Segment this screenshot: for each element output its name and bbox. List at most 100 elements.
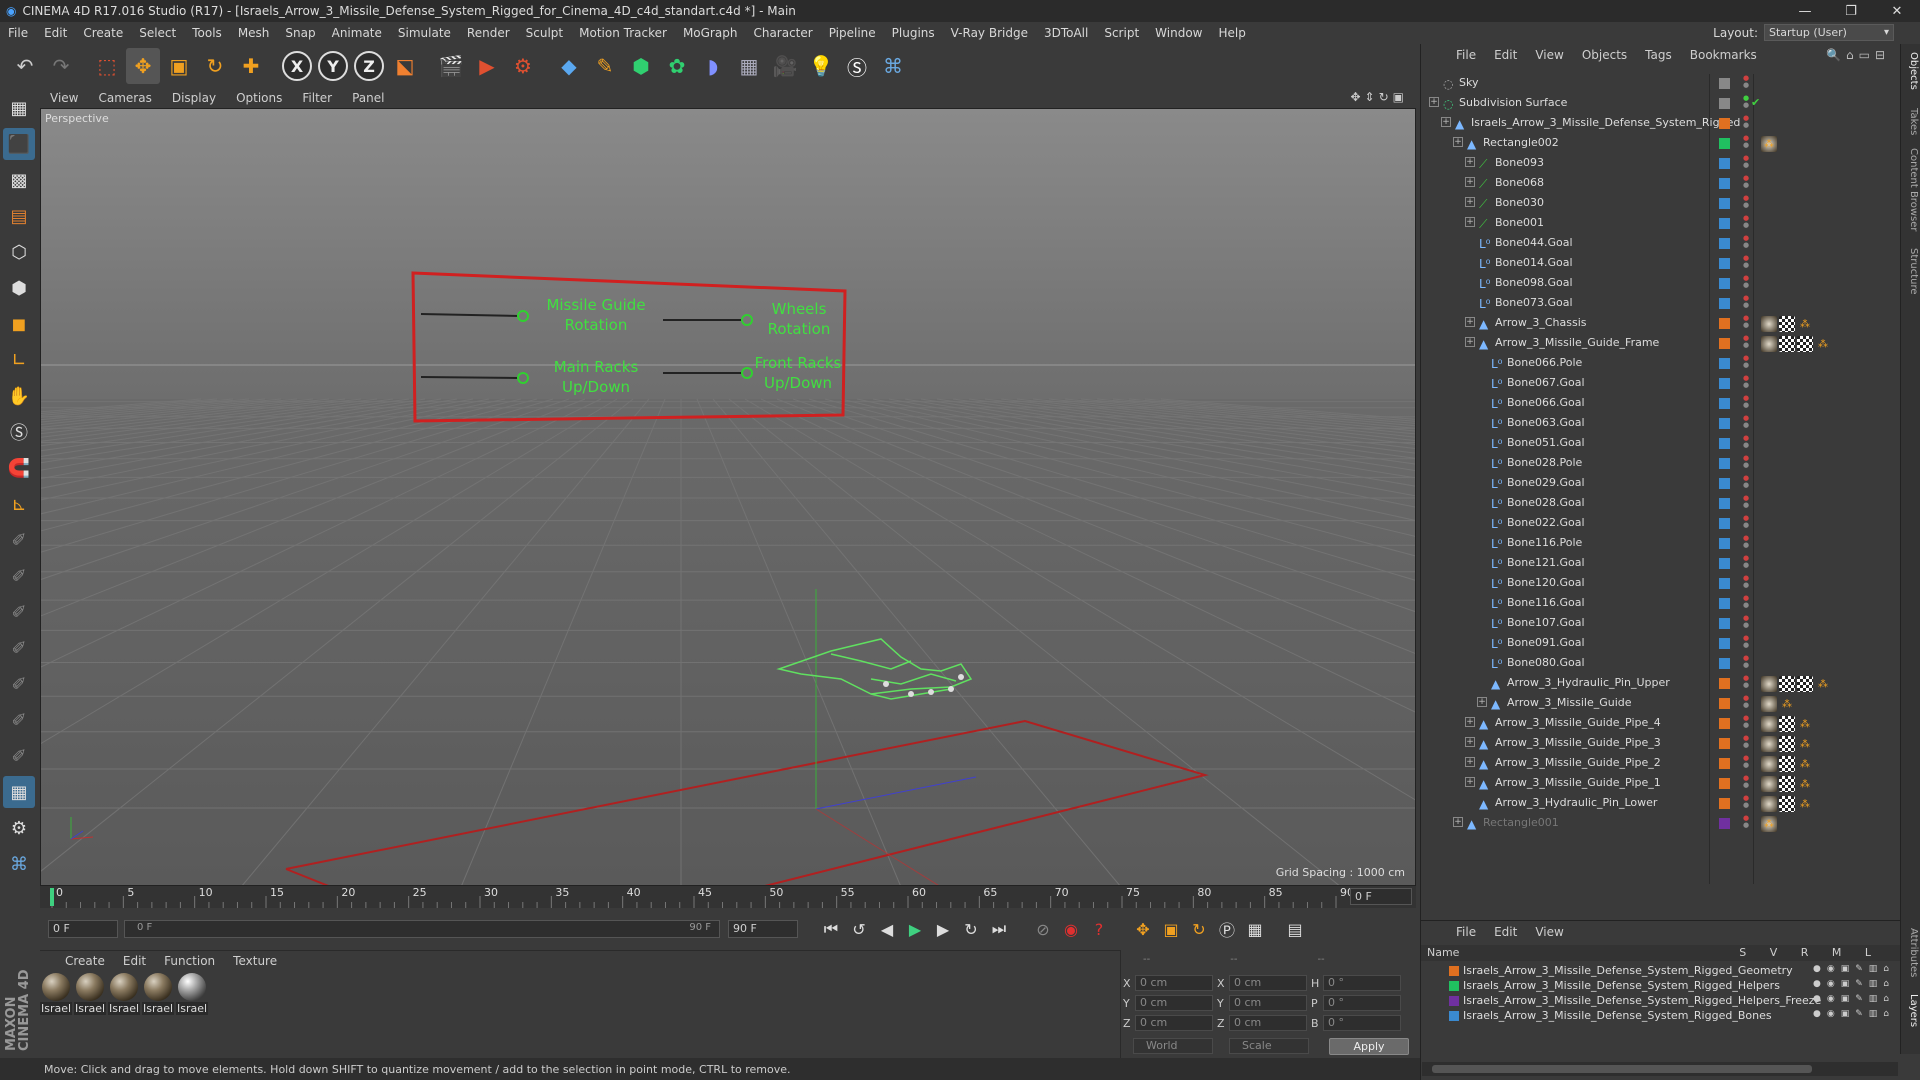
menu-file[interactable]: File bbox=[0, 26, 36, 40]
object-row[interactable]: L⁰ Bone066.Pole ● ● bbox=[1421, 354, 1901, 374]
axis-mode-icon[interactable]: ∟ bbox=[3, 344, 35, 376]
object-row[interactable]: L⁰ Bone120.Goal ● ● bbox=[1421, 574, 1901, 594]
object-row[interactable]: L⁰ Bone080.Goal ● ● bbox=[1421, 654, 1901, 674]
position-z-field[interactable]: 0 cm bbox=[1135, 1015, 1213, 1031]
ik-tag-icon[interactable]: ⁂ bbox=[1797, 736, 1813, 752]
side-tab-content-browser[interactable]: Content Browser bbox=[1903, 148, 1919, 231]
python-script-icon[interactable]: ⌘ bbox=[3, 848, 35, 880]
layer-menu-view[interactable]: View bbox=[1526, 925, 1572, 939]
object-tags[interactable]: ⁂ bbox=[1761, 336, 1831, 352]
magnet-icon[interactable]: 🧲 bbox=[3, 452, 35, 484]
ik-tag-icon[interactable]: ⁂ bbox=[1797, 716, 1813, 732]
side-tab-layers[interactable]: Layers bbox=[1903, 994, 1919, 1027]
visibility-dots[interactable]: ● ● bbox=[1743, 815, 1751, 829]
visibility-dots[interactable]: ● ● bbox=[1743, 155, 1751, 169]
visibility-dots[interactable]: ● ● bbox=[1743, 635, 1751, 649]
position-x-field[interactable]: 0 cm bbox=[1135, 975, 1213, 991]
material-tag-icon[interactable] bbox=[1761, 756, 1777, 772]
visibility-dots[interactable]: ● ● bbox=[1743, 715, 1751, 729]
expand-toggle-icon[interactable]: + bbox=[1465, 217, 1475, 227]
material-swatch[interactable]: Israel bbox=[142, 973, 174, 1015]
menu-window[interactable]: Window bbox=[1147, 26, 1210, 40]
visibility-dots[interactable]: ● ● bbox=[1743, 135, 1751, 149]
coordinate-system-icon[interactable]: ⬕ bbox=[388, 48, 422, 84]
prev-key-icon[interactable]: ↺ bbox=[846, 916, 872, 942]
enabled-check-icon[interactable]: ✔ bbox=[1751, 96, 1760, 109]
expand-toggle-icon[interactable]: + bbox=[1453, 137, 1463, 147]
menu-3dtoall[interactable]: 3DToAll bbox=[1036, 26, 1096, 40]
object-row[interactable]: ▲ Arrow_3_Hydraulic_Pin_Lower ● ● ⁂ bbox=[1421, 794, 1901, 814]
visibility-dots[interactable]: ● ● bbox=[1743, 655, 1751, 669]
material-swatch[interactable]: Israel bbox=[176, 973, 208, 1015]
visibility-dots[interactable]: ● ● bbox=[1743, 595, 1751, 609]
object-row[interactable]: L⁰ Bone073.Goal ● ● bbox=[1421, 294, 1901, 314]
key-scale-icon[interactable]: ▣ bbox=[1158, 916, 1184, 942]
object-tags[interactable]: ⁂ bbox=[1761, 316, 1813, 332]
layer-flags-icons[interactable]: ●◉▣✎▥⌂ bbox=[1813, 979, 1895, 989]
material-swatch[interactable]: Israel bbox=[40, 973, 72, 1015]
texture-tag-icon[interactable] bbox=[1779, 716, 1795, 732]
expand-toggle-icon[interactable]: + bbox=[1441, 117, 1451, 127]
render-view-icon[interactable]: 🎬 bbox=[434, 48, 468, 84]
texture-tag-icon[interactable] bbox=[1779, 676, 1795, 692]
ik-tag-icon[interactable]: ⁂ bbox=[1797, 796, 1813, 812]
material-tag-icon[interactable] bbox=[1761, 676, 1777, 692]
points-mode-icon[interactable]: ⬡ bbox=[3, 236, 35, 268]
layer-row[interactable]: Israels_Arrow_3_Missile_Defense_System_R… bbox=[1421, 1008, 1901, 1023]
object-tags[interactable]: ⁂ bbox=[1761, 696, 1795, 712]
material-menu-texture[interactable]: Texture bbox=[224, 954, 286, 968]
layer-color-swatch[interactable] bbox=[1719, 818, 1730, 829]
redo-icon[interactable]: ↷ bbox=[44, 48, 78, 84]
visibility-dots[interactable]: ● ● bbox=[1743, 735, 1751, 749]
next-frame-icon[interactable]: ▶ bbox=[930, 916, 956, 942]
texture-tag-icon[interactable] bbox=[1779, 316, 1795, 332]
visibility-dots[interactable]: ● ● bbox=[1743, 415, 1751, 429]
expand-toggle-icon[interactable]: + bbox=[1429, 97, 1439, 107]
layer-flags-icons[interactable]: ●◉▣✎▥⌂ bbox=[1813, 1009, 1895, 1019]
object-row[interactable]: + ▲ Arrow_3_Missile_Guide_Frame ● ● ⁂ bbox=[1421, 334, 1901, 354]
viewport-menu-display[interactable]: Display bbox=[162, 91, 226, 105]
object-tags[interactable]: ⁂ bbox=[1761, 676, 1831, 692]
visibility-dots[interactable]: ● ● bbox=[1743, 335, 1751, 349]
ik-tag-icon[interactable]: ⁂ bbox=[1815, 676, 1831, 692]
edges-mode-icon[interactable]: ⬢ bbox=[3, 272, 35, 304]
expand-toggle-icon[interactable]: + bbox=[1453, 817, 1463, 827]
apply-button[interactable]: Apply bbox=[1329, 1038, 1409, 1055]
sculpt-pinch-icon[interactable]: ✐ bbox=[3, 740, 35, 772]
vray-icon[interactable]: Ⓢ bbox=[840, 48, 874, 84]
rotation-p-field[interactable]: 0 ° bbox=[1323, 995, 1401, 1011]
scale-tool-icon[interactable]: ▣ bbox=[162, 48, 196, 84]
expand-toggle-icon[interactable]: + bbox=[1477, 697, 1487, 707]
expand-toggle-icon[interactable]: + bbox=[1465, 317, 1475, 327]
texture-tag-icon[interactable] bbox=[1779, 736, 1795, 752]
object-row[interactable]: L⁰ Bone091.Goal ● ● bbox=[1421, 634, 1901, 654]
object-row[interactable]: + ⟋ Bone030 ● ● bbox=[1421, 194, 1901, 214]
object-tags[interactable]: ⁂ bbox=[1761, 796, 1813, 812]
move-tool-icon[interactable]: ✥ bbox=[126, 48, 160, 84]
minimize-button[interactable]: — bbox=[1782, 0, 1828, 22]
subdivision-icon[interactable]: ⬢ bbox=[624, 48, 658, 84]
visibility-dots[interactable]: ● ● bbox=[1743, 195, 1751, 209]
menu-select[interactable]: Select bbox=[131, 26, 184, 40]
material-menu-create[interactable]: Create bbox=[56, 954, 114, 968]
grid-snap-icon[interactable]: ▦ bbox=[3, 776, 35, 808]
visibility-dots[interactable]: ● ● bbox=[1743, 215, 1751, 229]
next-key-icon[interactable]: ↻ bbox=[958, 916, 984, 942]
menu-render[interactable]: Render bbox=[459, 26, 518, 40]
viewport-menu-panel[interactable]: Panel bbox=[342, 91, 394, 105]
undo-icon[interactable]: ↶ bbox=[8, 48, 42, 84]
visibility-dots[interactable]: ● ● bbox=[1743, 615, 1751, 629]
ik-tag-icon[interactable]: ⁂ bbox=[1815, 336, 1831, 352]
layer-color-swatch[interactable] bbox=[1719, 98, 1730, 109]
menu-plugins[interactable]: Plugins bbox=[884, 26, 943, 40]
visibility-dots[interactable]: ● ● bbox=[1743, 555, 1751, 569]
live-selection-icon[interactable]: ⬚ bbox=[90, 48, 124, 84]
expand-toggle-icon[interactable]: + bbox=[1465, 197, 1475, 207]
object-row[interactable]: + ▲ Rectangle001 ● ● ⁂ bbox=[1421, 814, 1901, 834]
record-keys-icon[interactable]: ⊘ bbox=[1030, 916, 1056, 942]
layer-color-swatch[interactable] bbox=[1719, 118, 1730, 129]
menu-mesh[interactable]: Mesh bbox=[230, 26, 278, 40]
visibility-dots[interactable]: ● ● bbox=[1743, 295, 1751, 309]
visibility-dots[interactable]: ● ● bbox=[1743, 115, 1751, 129]
object-row[interactable]: + ◌ Subdivision Surface ● ● ✔ bbox=[1421, 94, 1901, 114]
